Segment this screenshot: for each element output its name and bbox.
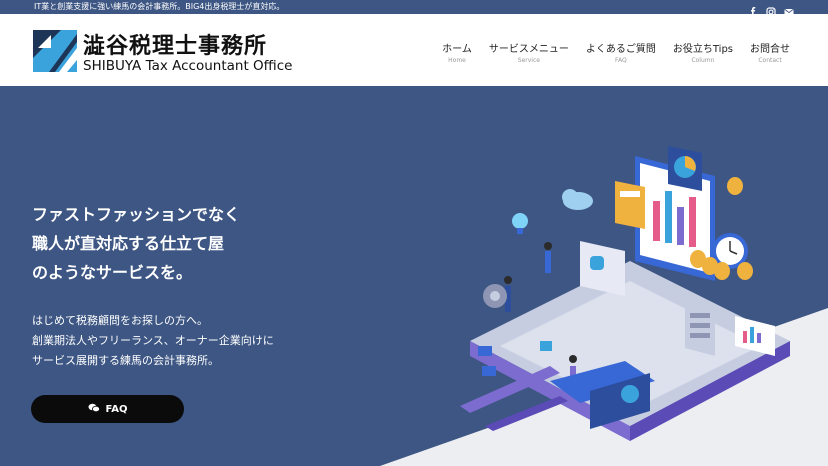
nav-home-label: ホーム	[442, 44, 472, 55]
nav-faq[interactable]: よくあるご質問 FAQ	[586, 40, 656, 64]
nav-contact[interactable]: お問合せ Contact	[750, 40, 790, 64]
nav-column-sublabel: Column	[691, 57, 715, 64]
main-nav: ホーム Home サービスメニュー Service よくあるご質問 FAQ お役…	[442, 40, 790, 64]
catchcopy-line: 職人が直対応する仕立て屋	[32, 234, 225, 253]
nav-service[interactable]: サービスメニュー Service	[489, 40, 569, 64]
description-line: はじめて税務顧問をお探しの方へ。	[32, 314, 208, 327]
description-line: サービス展開する練馬の会計事務所。	[32, 354, 219, 367]
instagram-icon[interactable]	[766, 2, 776, 17]
nav-contact-label: お問合せ	[750, 44, 790, 55]
logo-subtitle[interactable]: SHIBUYA Tax Accountant Office	[83, 58, 292, 74]
logo-mark-icon[interactable]	[33, 30, 77, 72]
mail-icon[interactable]	[784, 2, 794, 16]
facebook-icon[interactable]	[748, 2, 758, 17]
hero-section: ファストファッションでなく 職人が直対応する仕立て屋 のようなサービスを。 はじ…	[0, 86, 828, 466]
nav-service-label: サービスメニュー	[488, 44, 569, 55]
nav-contact-sublabel: Contact	[758, 57, 782, 64]
nav-home[interactable]: ホーム Home	[442, 40, 472, 64]
chat-bubble-icon	[88, 403, 100, 416]
site-header: 澁谷税理士事務所 SHIBUYA Tax Accountant Office ホ…	[0, 14, 828, 86]
top-bar: IT業と創業支援に強い練馬の会計事務所。BIG4出身税理士が直対応。	[0, 0, 828, 17]
tagline: IT業と創業支援に強い練馬の会計事務所。BIG4出身税理士が直対応。	[34, 2, 285, 11]
catchcopy-line: のようなサービスを。	[32, 263, 193, 282]
faq-button[interactable]: FAQ	[31, 395, 184, 423]
social-links	[748, 2, 794, 17]
catchcopy-line: ファストファッションでなく	[32, 205, 241, 224]
hero-catchcopy: ファストファッションでなく 職人が直対応する仕立て屋 のようなサービスを。	[32, 200, 240, 287]
nav-column[interactable]: お役立ちTips Column	[673, 40, 733, 64]
nav-faq-sublabel: FAQ	[615, 57, 627, 64]
nav-home-sublabel: Home	[448, 57, 466, 64]
nav-faq-label: よくあるご質問	[585, 44, 656, 55]
business-analytics-illustration	[460, 146, 790, 441]
hero-description: はじめて税務顧問をお探しの方へ。 創業期法人やフリーランス、オーナー企業向けに …	[32, 311, 274, 371]
description-line: 創業期法人やフリーランス、オーナー企業向けに	[32, 334, 274, 347]
logo-title[interactable]: 澁谷税理士事務所	[83, 28, 267, 60]
faq-button-label: FAQ	[105, 403, 128, 415]
nav-column-label: お役立ちTips	[672, 44, 733, 55]
nav-service-sublabel: Service	[517, 57, 540, 64]
